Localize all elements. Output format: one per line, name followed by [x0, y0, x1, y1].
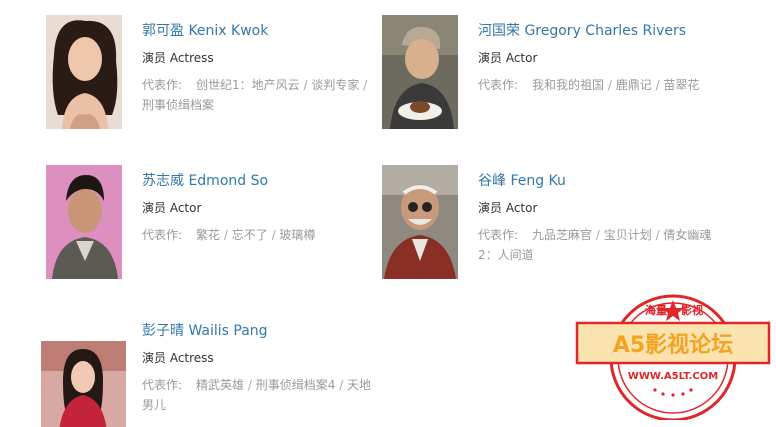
- work-link[interactable]: 玻璃樽: [279, 228, 315, 242]
- separator: /: [592, 228, 604, 242]
- works-label: 代表作:: [142, 78, 183, 92]
- watermark-stamp: 海量 影视 A5影视论坛 WWW.A5LT.COM: [575, 290, 771, 422]
- works-list: 代表作: 我和我的祖国 / 鹿鼎记 / 苗翠花: [478, 75, 714, 95]
- separator: /: [220, 228, 232, 242]
- separator: /: [651, 78, 664, 92]
- separator: /: [244, 378, 256, 392]
- actor-name-link[interactable]: 彭子晴 Wailis Pang: [142, 321, 378, 341]
- works-label: 代表作:: [478, 228, 519, 242]
- works-label: 代表作:: [478, 78, 519, 92]
- actor-name-link[interactable]: 河国荣 Gregory Charles Rivers: [478, 21, 714, 41]
- separator: /: [299, 78, 312, 92]
- actor-photo[interactable]: [382, 165, 458, 279]
- work-link[interactable]: 创世纪1：地产风云: [196, 78, 300, 92]
- work-link[interactable]: 苗翠花: [663, 78, 699, 92]
- work-link[interactable]: 忘不了: [232, 228, 268, 242]
- stamp-top-text: 海量: [645, 303, 667, 317]
- actor-card: 彭子晴 Wailis Pang 演员 Actress 代表作: 精武英雄 / 刑事…: [41, 315, 371, 427]
- actor-card: 谷峰 Feng Ku 演员 Actor 代表作: 九品芝麻官 / 宝贝计划 / 倩…: [382, 165, 712, 285]
- works-label: 代表作:: [142, 378, 183, 392]
- actor-photo[interactable]: [41, 341, 126, 427]
- actor-card: 河国荣 Gregory Charles Rivers 演员 Actor 代表作:…: [382, 15, 712, 135]
- stamp-dots: [653, 388, 693, 397]
- works-list: 代表作: 精武英雄 / 刑事侦缉档案4 / 天地男儿: [142, 375, 378, 415]
- actor-role: 演员 Actress: [142, 51, 214, 65]
- actor-role: 演员 Actor: [142, 201, 202, 215]
- work-link[interactable]: 刑事侦缉档案4: [256, 378, 336, 392]
- actor-card: 郭可盈 Kenix Kwok 演员 Actress 代表作: 创世纪1：地产风云 …: [46, 15, 376, 135]
- works-list: 代表作: 创世纪1：地产风云 / 谈判专家 / 刑事侦缉档案: [142, 75, 378, 115]
- separator: /: [604, 78, 616, 92]
- separator: /: [335, 378, 348, 392]
- actor-photo[interactable]: [46, 15, 122, 129]
- works-list: 代表作: 九品芝麻官 / 宝贝计划 / 倩女幽魂2：人间道: [478, 225, 714, 265]
- work-link[interactable]: 九品芝麻官: [532, 228, 592, 242]
- actor-name-link[interactable]: 苏志威 Edmond So: [142, 171, 378, 191]
- stamp-top-text-2: 影视: [681, 303, 703, 317]
- works-list: 代表作: 繁花 / 忘不了 / 玻璃樽: [142, 225, 378, 245]
- work-link[interactable]: 刑事侦缉档案: [142, 98, 214, 112]
- actor-name-link[interactable]: 郭可盈 Kenix Kwok: [142, 21, 378, 41]
- work-link[interactable]: 鹿鼎记: [616, 78, 652, 92]
- work-link[interactable]: 宝贝计划: [604, 228, 652, 242]
- actor-card: 苏志威 Edmond So 演员 Actor 代表作: 繁花 / 忘不了 / 玻璃…: [46, 165, 376, 285]
- stamp-url: WWW.A5LT.COM: [628, 371, 718, 382]
- actor-role: 演员 Actress: [142, 351, 214, 365]
- actor-photo[interactable]: [382, 15, 458, 129]
- stamp-main-text: A5影视论坛: [613, 332, 733, 358]
- actor-photo[interactable]: [46, 165, 122, 279]
- work-link[interactable]: 我和我的祖国: [532, 78, 604, 92]
- work-link[interactable]: 精武英雄: [196, 378, 244, 392]
- works-label: 代表作:: [142, 228, 183, 242]
- work-link[interactable]: 谈判专家: [311, 78, 359, 92]
- separator: /: [267, 228, 280, 242]
- separator: /: [651, 228, 664, 242]
- actor-name-link[interactable]: 谷峰 Feng Ku: [478, 171, 714, 191]
- separator: /: [359, 78, 368, 92]
- work-link[interactable]: 繁花: [196, 228, 220, 242]
- actor-role: 演员 Actor: [478, 201, 538, 215]
- actor-role: 演员 Actor: [478, 51, 538, 65]
